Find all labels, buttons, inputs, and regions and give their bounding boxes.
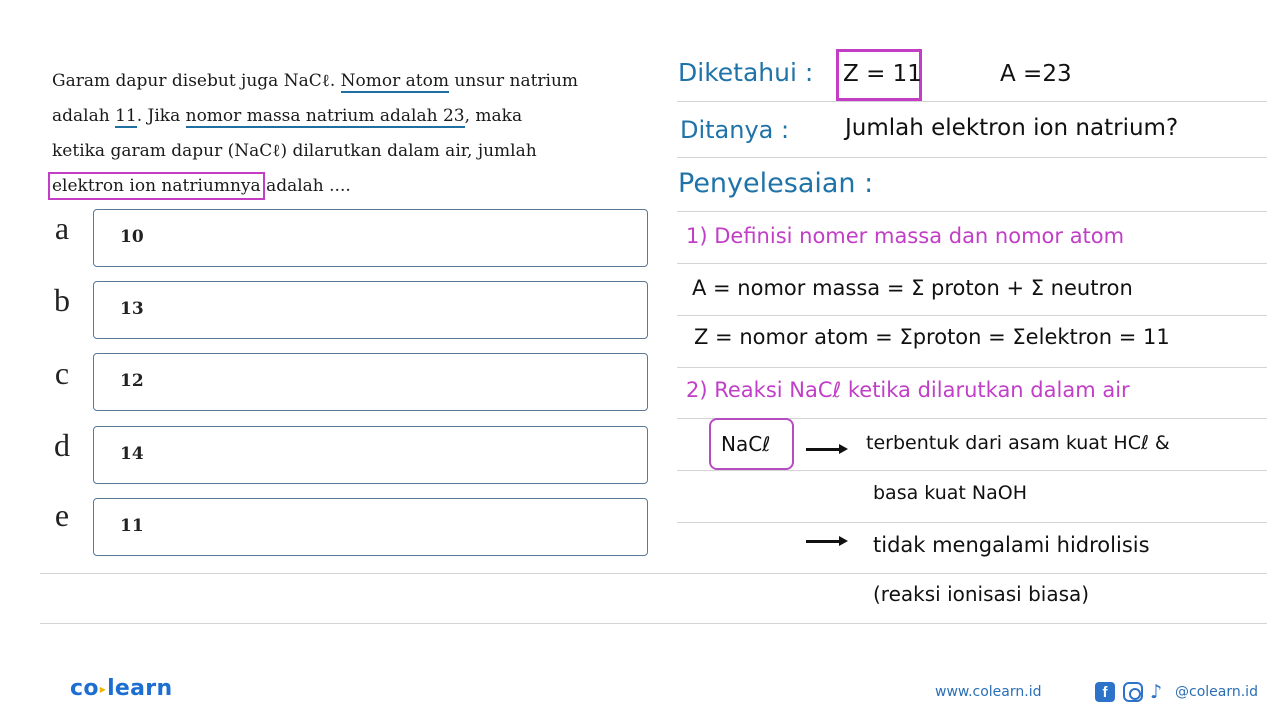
logo-text-left: co (70, 676, 99, 701)
divider (40, 623, 1267, 624)
option-value: 11 (120, 516, 144, 536)
option-value: 10 (120, 227, 144, 247)
ditanya-text: Jumlah elektron ion natrium? (845, 115, 1179, 141)
question-fragment: unsur natrium (449, 71, 579, 91)
divider (677, 101, 1267, 102)
divider (677, 522, 1267, 523)
question-line-4: elektron ion natriumnya adalah .... (48, 169, 622, 204)
question-fragment: adalah (52, 106, 116, 126)
step2-line-3: tidak mengalami hidrolisis (873, 533, 1150, 557)
arrow-right-icon (806, 536, 848, 546)
option-a[interactable]: 10 (93, 209, 648, 267)
question-line-3: ketika garam dapur (NaCℓ) dilarutkan dal… (52, 134, 622, 169)
option-letter-e: e (54, 497, 70, 533)
option-letter-d: d (54, 427, 70, 463)
question-fragment: adalah .... (260, 176, 351, 196)
divider (677, 263, 1267, 264)
underlined-mass-number: nomor massa natrium adalah 23 (185, 106, 465, 128)
question-line-1: Garam dapur disebut juga NaCℓ. Nomor ato… (52, 64, 622, 99)
step2-line-4: (reaksi ionisasi biasa) (873, 582, 1090, 606)
instagram-icon[interactable] (1123, 682, 1143, 702)
option-value: 14 (120, 444, 144, 464)
divider (40, 573, 1267, 574)
colearn-logo: co▸learn (70, 676, 172, 701)
question-fragment: ketika garam dapur (NaCℓ) dilarutkan dal… (52, 141, 537, 161)
diketahui-label: Diketahui : (678, 58, 814, 87)
a-value: A =23 (1000, 61, 1072, 87)
logo-dot-icon: ▸ (99, 682, 107, 696)
divider (677, 315, 1267, 316)
option-e[interactable]: 11 (93, 498, 648, 556)
social-handle[interactable]: @colearn.id (1175, 684, 1258, 700)
step2-line-1: terbentuk dari asam kuat HCℓ & (866, 432, 1170, 454)
nacl-label: NaCℓ (721, 432, 771, 456)
divider (677, 470, 1267, 471)
arrow-right-icon (806, 444, 848, 454)
logo-text-right: learn (107, 676, 173, 701)
question-fragment: , maka (464, 106, 523, 126)
question-line-2: adalah 11. Jika nomor massa natrium adal… (52, 99, 622, 134)
option-d[interactable]: 14 (93, 426, 648, 484)
highlighted-asked-phrase: elektron ion natriumnya (48, 172, 265, 200)
divider (677, 211, 1267, 212)
step2-title: 2) Reaksi NaCℓ ketika dilarutkan dalam a… (686, 378, 1130, 402)
question-fragment: Garam dapur disebut juga NaCℓ. (52, 71, 341, 91)
option-letter-b: b (54, 282, 70, 318)
option-b[interactable]: 13 (93, 281, 648, 339)
option-value: 13 (120, 299, 144, 319)
option-letter-c: c (54, 355, 70, 391)
step1-mass-number-definition: A = nomor massa = Σ proton + Σ neutron (692, 276, 1133, 300)
z-value: Z = 11 (843, 61, 922, 87)
option-value: 12 (120, 371, 144, 391)
facebook-icon[interactable]: f (1095, 682, 1115, 702)
ditanya-label: Ditanya : (680, 116, 790, 144)
divider (677, 157, 1267, 158)
step1-title: 1) Definisi nomer massa dan nomor atom (686, 224, 1125, 248)
underlined-atomic-number: 11 (115, 106, 137, 128)
step2-line-2: basa kuat NaOH (873, 482, 1027, 504)
tiktok-icon[interactable]: ♪ (1150, 682, 1170, 702)
option-c[interactable]: 12 (93, 353, 648, 411)
underlined-nomor-atom: Nomor atom (340, 71, 449, 93)
divider (677, 367, 1267, 368)
option-letter-a: a (54, 210, 70, 246)
step1-atomic-number-definition: Z = nomor atom = Σproton = Σelektron = 1… (694, 325, 1170, 349)
penyelesaian-label: Penyelesaian : (678, 168, 874, 199)
website-link[interactable]: www.colearn.id (935, 684, 1041, 700)
question-text: Garam dapur disebut juga NaCℓ. Nomor ato… (48, 64, 622, 204)
question-fragment: . Jika (136, 106, 186, 126)
